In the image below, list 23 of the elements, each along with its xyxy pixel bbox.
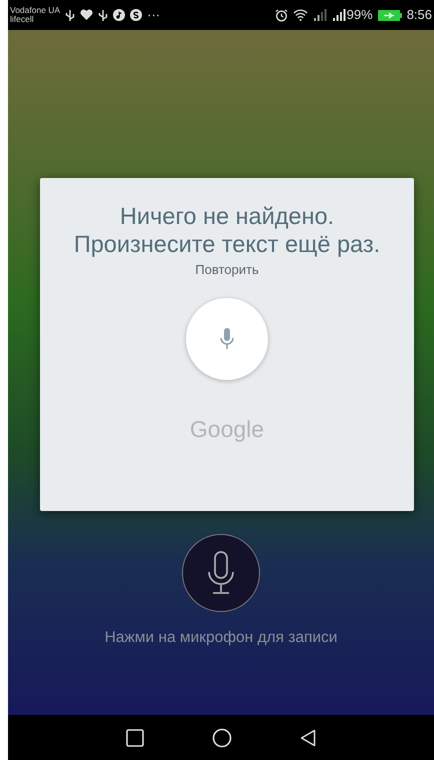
battery-charging-icon bbox=[378, 10, 402, 20]
clock-time: 8:56 bbox=[406, 6, 432, 24]
back-icon[interactable] bbox=[300, 728, 316, 746]
carrier-name: lifecell bbox=[10, 15, 35, 24]
signal-icon bbox=[332, 9, 346, 21]
recents-icon[interactable] bbox=[126, 728, 144, 746]
music-icon bbox=[113, 9, 126, 21]
signal-icon bbox=[312, 9, 327, 21]
hint-text: Нажми на микрофон для записи bbox=[104, 628, 338, 648]
usb-icon bbox=[98, 8, 108, 22]
home-icon[interactable] bbox=[212, 728, 232, 748]
battery-percent: 99% bbox=[346, 6, 373, 24]
retry-link[interactable]: Повторить bbox=[195, 260, 259, 280]
microphone-icon bbox=[220, 328, 234, 350]
heart-icon bbox=[80, 9, 94, 21]
carrier-name: Vodafone UA bbox=[10, 6, 60, 15]
alarm-icon bbox=[274, 8, 288, 22]
microphone-icon bbox=[206, 550, 236, 596]
status-message: Ничего не найдено. Произнесите текст ещё раз. bbox=[72, 202, 382, 258]
wifi-icon bbox=[292, 9, 308, 21]
more-notifications-text: ··· bbox=[147, 6, 160, 24]
usb-icon bbox=[65, 8, 76, 22]
skype-icon bbox=[130, 9, 142, 21]
